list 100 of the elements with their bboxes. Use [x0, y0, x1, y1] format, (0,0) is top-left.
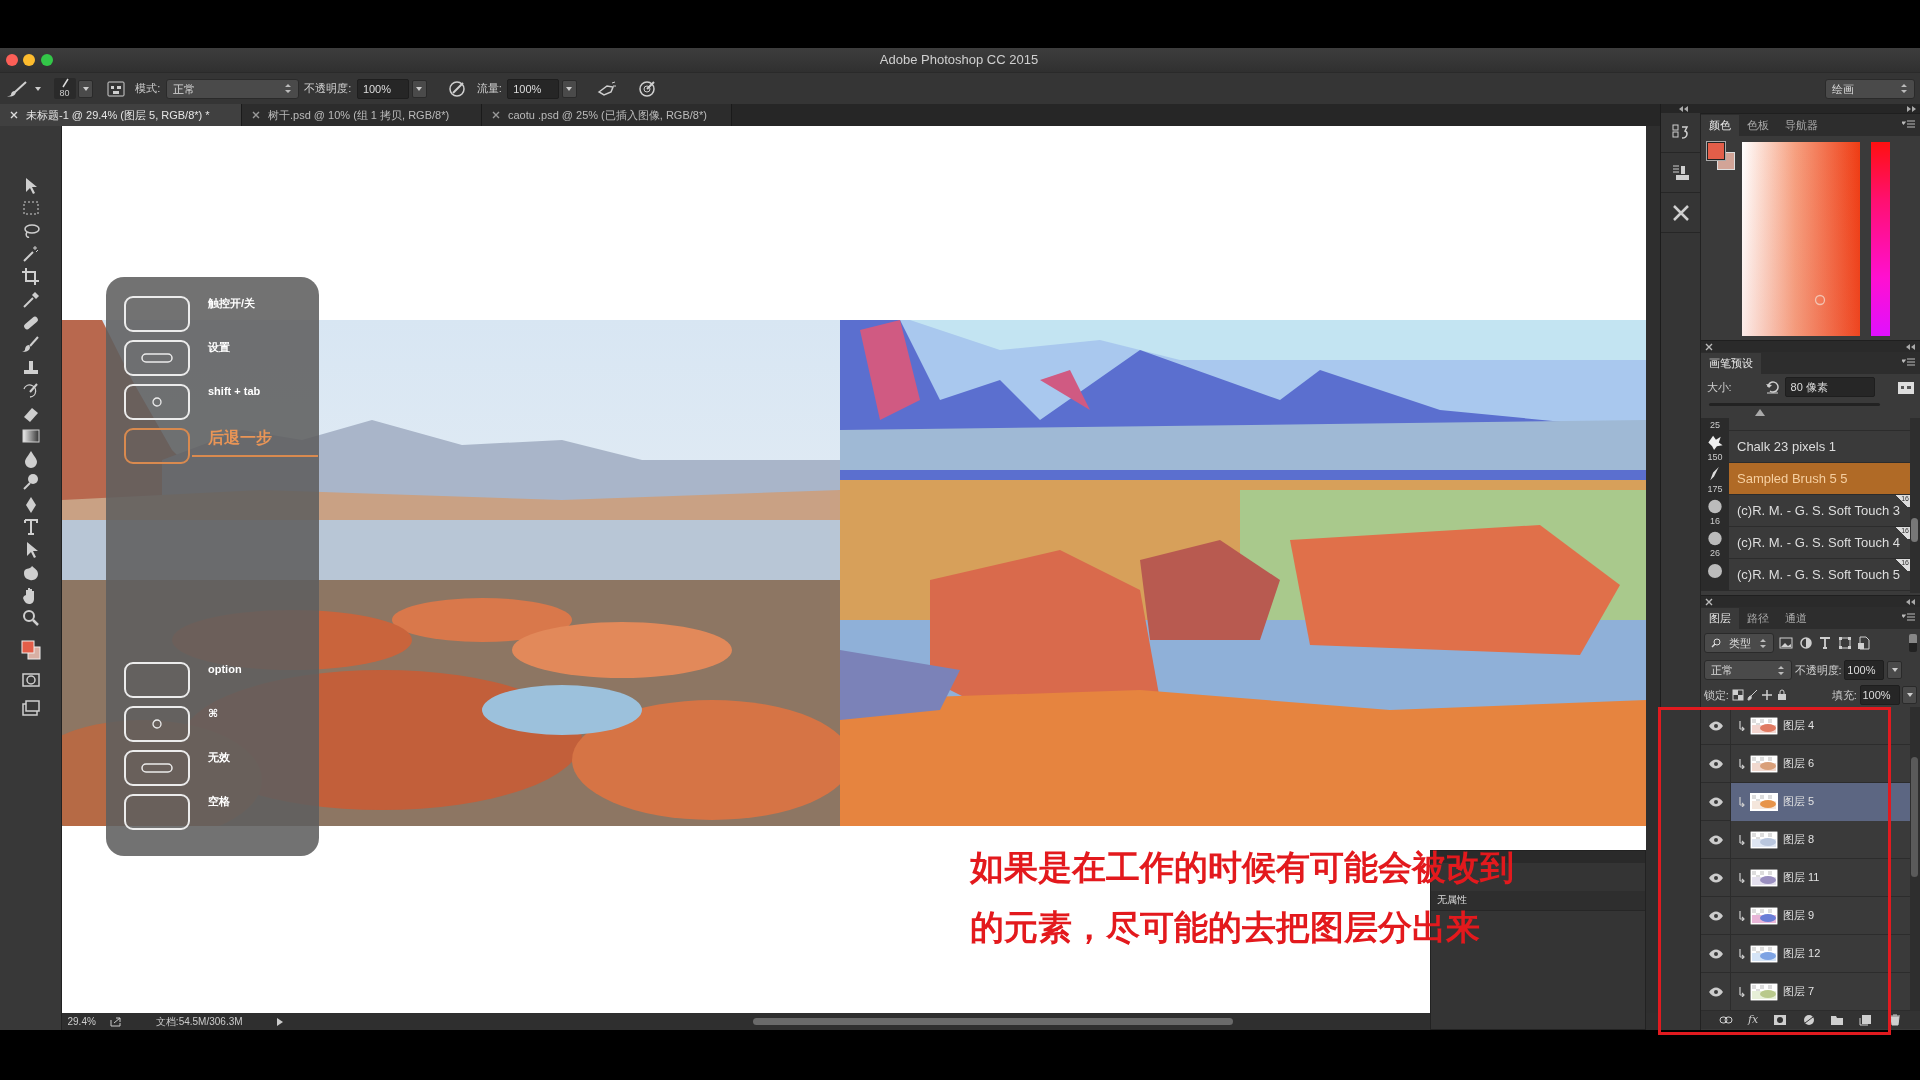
document-tab[interactable]: 树干.psd @ 10% (组 1 拷贝, RGB/8*): [242, 104, 482, 126]
panel-tab[interactable]: 色板: [1739, 115, 1777, 136]
link-icon[interactable]: [1719, 1016, 1734, 1024]
pressure-size-icon[interactable]: [636, 78, 657, 99]
panel-menu-icon[interactable]: [1902, 613, 1916, 621]
flow-field[interactable]: 100%: [507, 78, 560, 99]
close-icon[interactable]: [492, 111, 500, 119]
zoom-button[interactable]: [40, 54, 53, 66]
close-button[interactable]: [5, 54, 18, 66]
filter-toggle[interactable]: [1909, 634, 1918, 652]
scrollbar[interactable]: [1646, 126, 1660, 1013]
workspace-select[interactable]: 绘画: [1824, 78, 1915, 99]
half-circle-icon[interactable]: [1801, 1014, 1816, 1026]
opacity-dropdown-button[interactable]: [1887, 661, 1903, 679]
size-slider[interactable]: [1709, 403, 1880, 417]
panel-tab[interactable]: 图层: [1701, 608, 1739, 629]
type-icon[interactable]: [1818, 636, 1833, 650]
eye-icon[interactable]: [1707, 872, 1724, 883]
share-icon[interactable]: [109, 1016, 122, 1027]
brush-icon[interactable]: [1746, 689, 1759, 701]
layer-row[interactable]: 图层 4: [1701, 707, 1910, 745]
eye-icon[interactable]: [1707, 834, 1724, 845]
document-icon[interactable]: [1857, 636, 1872, 650]
eye-icon[interactable]: [1707, 948, 1724, 959]
color-swatch-icon[interactable]: [1706, 141, 1737, 172]
slider-thumb[interactable]: [1755, 409, 1766, 416]
eye-icon[interactable]: [1707, 910, 1724, 921]
dropdown-button[interactable]: [78, 79, 94, 98]
layer-row[interactable]: 图层 8: [1701, 821, 1910, 859]
panel-menu-icon[interactable]: [1902, 358, 1916, 366]
fill-label: 填充:: [1831, 687, 1857, 703]
mask-icon[interactable]: [1772, 1014, 1787, 1026]
panel-tab[interactable]: 导航器: [1777, 115, 1826, 136]
flow-dropdown-button[interactable]: [561, 79, 577, 98]
eye-icon[interactable]: [1707, 796, 1724, 807]
new-preset-icon[interactable]: [1896, 379, 1915, 395]
search-icon: [1710, 638, 1721, 648]
zoom-level: 29.4%: [67, 1015, 96, 1029]
layer-row[interactable]: 图层 9: [1701, 897, 1910, 935]
document-tab[interactable]: 未标题-1 @ 29.4% (图层 5, RGB/8*) *: [0, 104, 242, 126]
panel-title[interactable]: 画笔预设: [1701, 353, 1761, 374]
filter-select[interactable]: 类型: [1703, 633, 1774, 653]
scrollbar-thumb[interactable]: [1911, 518, 1918, 542]
eye-icon[interactable]: [1707, 720, 1724, 731]
caret-icon[interactable]: [33, 84, 42, 93]
document-tab[interactable]: caotu .psd @ 25% (已插入图像, RGB/8*): [482, 104, 732, 126]
folder-icon[interactable]: [1830, 1014, 1845, 1026]
caret-icon: [81, 84, 90, 93]
close-icon[interactable]: [1705, 597, 1713, 606]
play-icon[interactable]: [276, 1017, 283, 1026]
fx-button[interactable]: fx: [1748, 1011, 1759, 1029]
opacity-field[interactable]: 100%: [356, 78, 409, 99]
move-icon[interactable]: [1761, 689, 1774, 701]
panel-menu-icon[interactable]: [1902, 120, 1916, 128]
tools-icon[interactable]: [1670, 202, 1691, 223]
new-layer-icon[interactable]: [1858, 1014, 1873, 1026]
layer-row[interactable]: 图层 11: [1701, 859, 1910, 897]
opacity-label: 不透明度:: [1794, 662, 1842, 678]
layer-row[interactable]: 图层 12: [1701, 935, 1910, 973]
pressure-icon[interactable]: [446, 78, 467, 99]
lock-icon[interactable]: [1775, 689, 1788, 701]
opacity-field[interactable]: 100%: [1844, 660, 1885, 680]
key-label: 空格: [208, 794, 230, 808]
fill-field[interactable]: 100%: [1859, 685, 1900, 705]
crop-icon[interactable]: [20, 267, 41, 287]
transform-icon[interactable]: [1837, 636, 1852, 650]
scrollbar-thumb[interactable]: [1911, 757, 1918, 877]
half-circle-icon[interactable]: [1798, 636, 1813, 650]
fill-dropdown-button[interactable]: [1902, 686, 1918, 704]
brush-preset[interactable]: 175 Sampled Brush 5 5: [1701, 463, 1910, 495]
blend-mode-select[interactable]: 正常: [1703, 660, 1792, 680]
panel-tab[interactable]: 颜色: [1701, 115, 1739, 136]
mode-label: 模式:: [135, 81, 161, 97]
opacity-dropdown-button[interactable]: [411, 79, 427, 98]
eye-icon[interactable]: [1707, 758, 1724, 769]
close-icon[interactable]: [1705, 342, 1713, 351]
stamp-icon[interactable]: [1670, 162, 1691, 183]
brush-panel-icon[interactable]: [107, 79, 126, 98]
clip-arrow-icon: [1739, 986, 1745, 997]
close-icon[interactable]: [252, 111, 260, 119]
panel-tab[interactable]: 通道: [1777, 608, 1815, 629]
screen-mode-icon[interactable]: [20, 698, 41, 719]
minimize-button[interactable]: [23, 54, 35, 66]
image-filter-icon[interactable]: [1779, 636, 1794, 650]
panel-tab[interactable]: 路径: [1739, 608, 1777, 629]
caret-icon: [565, 84, 574, 93]
mode-select[interactable]: 正常: [165, 78, 299, 99]
eye-icon[interactable]: [1707, 986, 1724, 997]
key-label: shift + tab: [208, 384, 261, 398]
airbrush-icon[interactable]: [596, 79, 617, 98]
checker-icon[interactable]: [1731, 689, 1744, 701]
layer-name: 图层 12: [1783, 946, 1821, 962]
scrollbar-thumb[interactable]: [752, 1018, 1233, 1025]
layer-name: 图层 4: [1783, 718, 1815, 734]
size-field[interactable]: 80 像素: [1784, 377, 1875, 397]
color-swatch-icon[interactable]: [19, 639, 42, 661]
color-field[interactable]: [1742, 141, 1860, 336]
brush-preset[interactable]: 25: [1701, 418, 1910, 431]
brush-size-preview[interactable]: 80: [53, 78, 76, 99]
reset-icon[interactable]: [1765, 380, 1780, 394]
